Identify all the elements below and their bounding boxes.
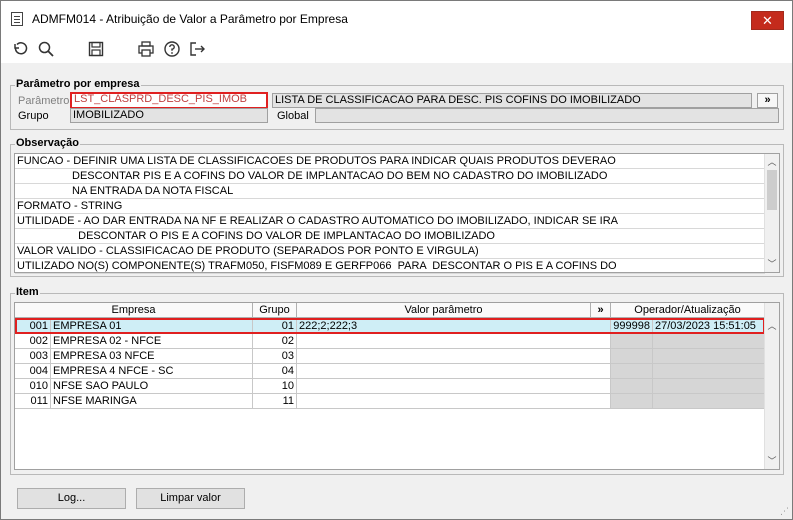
observacao-line: UTILIDADE - AO DAR ENTRADA NA NF E REALI… [15,214,765,229]
cell-empresa[interactable]: NFSE SAO PAULO [51,379,253,394]
valor-lookup-button[interactable]: » [591,303,611,318]
grupo-field: IMOBILIZADO [70,108,268,123]
cell-grupo[interactable]: 11 [253,394,297,409]
resize-grip-icon[interactable]: ⋰ [780,507,790,517]
cell-valor[interactable] [297,379,611,394]
cell-atualizacao [653,349,765,364]
cell-atualizacao: 27/03/2023 15:51:05 [653,319,765,334]
item-group-title: Item [15,286,40,299]
cell-empresa[interactable]: EMPRESA 4 NFCE - SC [51,364,253,379]
cell-atualizacao [653,334,765,349]
cell-grupo[interactable]: 01 [253,319,297,334]
limpar-valor-button[interactable]: Limpar valor [136,488,245,509]
window-title: ADMFM014 - Atribuição de Valor a Parâmet… [32,12,348,26]
parametro-lookup-button[interactable]: » [757,93,778,108]
cell-codigo[interactable]: 003 [15,349,51,364]
cell-empresa[interactable]: EMPRESA 01 [51,319,253,334]
observacao-line: VALOR VALIDO - CLASSIFICACAO DE PRODUTO … [15,244,765,259]
cell-valor[interactable] [297,364,611,379]
column-header-grupo[interactable]: Grupo [253,303,297,318]
observacao-line: NA ENTRADA DA NOTA FISCAL [15,184,765,199]
cell-operador [611,334,653,349]
print-icon[interactable] [136,39,156,59]
observacao-line: FORMATO - STRING [15,199,765,214]
toolbar [1,35,792,63]
save-icon[interactable] [86,39,106,59]
column-header-valor[interactable]: Valor parâmetro [297,303,591,318]
scroll-up-icon[interactable]: ︿ [765,319,779,333]
item-grid[interactable]: Empresa Grupo Valor parâmetro » Operador… [14,302,780,470]
cell-valor[interactable] [297,334,611,349]
cell-codigo[interactable]: 001 [15,319,51,334]
cell-operador [611,349,653,364]
cell-grupo[interactable]: 03 [253,349,297,364]
cell-grupo[interactable]: 02 [253,334,297,349]
log-button[interactable]: Log... [17,488,126,509]
main-window: ADMFM014 - Atribuição de Valor a Parâmet… [0,0,793,520]
cell-codigo[interactable]: 010 [15,379,51,394]
observacao-group-title: Observação [15,137,80,150]
cell-codigo[interactable]: 004 [15,364,51,379]
observacao-scrollbar[interactable]: ︿ ﹀ [764,154,779,272]
observacao-line: FUNCAO - DEFINIR UMA LISTA DE CLASSIFICA… [15,154,765,169]
parametro-input[interactable]: LST_CLASPRD_DESC_PIS_IMOB [70,92,268,109]
column-header-empresa[interactable]: Empresa [15,303,253,318]
observacao-line: UTILIZADO NO(S) COMPONENTE(S) TRAFM050, … [15,259,765,274]
scroll-down-icon[interactable]: ﹀ [765,257,779,271]
title-bar: ADMFM014 - Atribuição de Valor a Parâmet… [1,1,792,35]
cell-codigo[interactable]: 002 [15,334,51,349]
cell-valor[interactable] [297,349,611,364]
cell-atualizacao [653,379,765,394]
cell-valor[interactable]: 222;2;222;3 [297,319,611,334]
cell-atualizacao [653,394,765,409]
search-icon[interactable] [36,39,56,59]
scrollbar-thumb[interactable] [767,170,777,210]
parametro-label: Parâmetro [18,95,70,107]
parametro-description-field: LISTA DE CLASSIFICACAO PARA DESC. PIS CO… [272,93,752,108]
cell-empresa[interactable]: EMPRESA 03 NFCE [51,349,253,364]
cell-operador [611,394,653,409]
cell-atualizacao [653,364,765,379]
cell-grupo[interactable]: 04 [253,364,297,379]
help-icon[interactable] [162,39,182,59]
parametro-group-title: Parâmetro por empresa [15,78,141,91]
observacao-line: DESCONTAR PIS E A COFINS DO VALOR DE IMP… [15,169,765,184]
exit-icon[interactable] [187,39,207,59]
cell-empresa[interactable]: NFSE MARINGA [51,394,253,409]
cell-empresa[interactable]: EMPRESA 02 - NFCE [51,334,253,349]
grid-scrollbar[interactable]: ︿ ﹀ [764,303,779,469]
cell-codigo[interactable]: 011 [15,394,51,409]
scroll-down-icon[interactable]: ﹀ [765,454,779,468]
observacao-textarea[interactable]: FUNCAO - DEFINIR UMA LISTA DE CLASSIFICA… [14,153,780,274]
cell-operador: 999998 [611,319,653,334]
global-label: Global [277,110,309,122]
undo-icon[interactable] [10,39,30,59]
grupo-label: Grupo [18,110,49,122]
close-button[interactable]: ✕ [751,11,784,30]
cell-grupo[interactable]: 10 [253,379,297,394]
cell-operador [611,364,653,379]
global-field [315,108,779,123]
column-header-operador[interactable]: Operador/Atualização [611,303,765,318]
cell-operador [611,379,653,394]
observacao-line: DESCONTAR O PIS E A COFINS DO VALOR DE I… [15,229,765,244]
cell-valor[interactable] [297,394,611,409]
scroll-up-icon[interactable]: ︿ [765,155,779,169]
document-icon [11,12,23,26]
